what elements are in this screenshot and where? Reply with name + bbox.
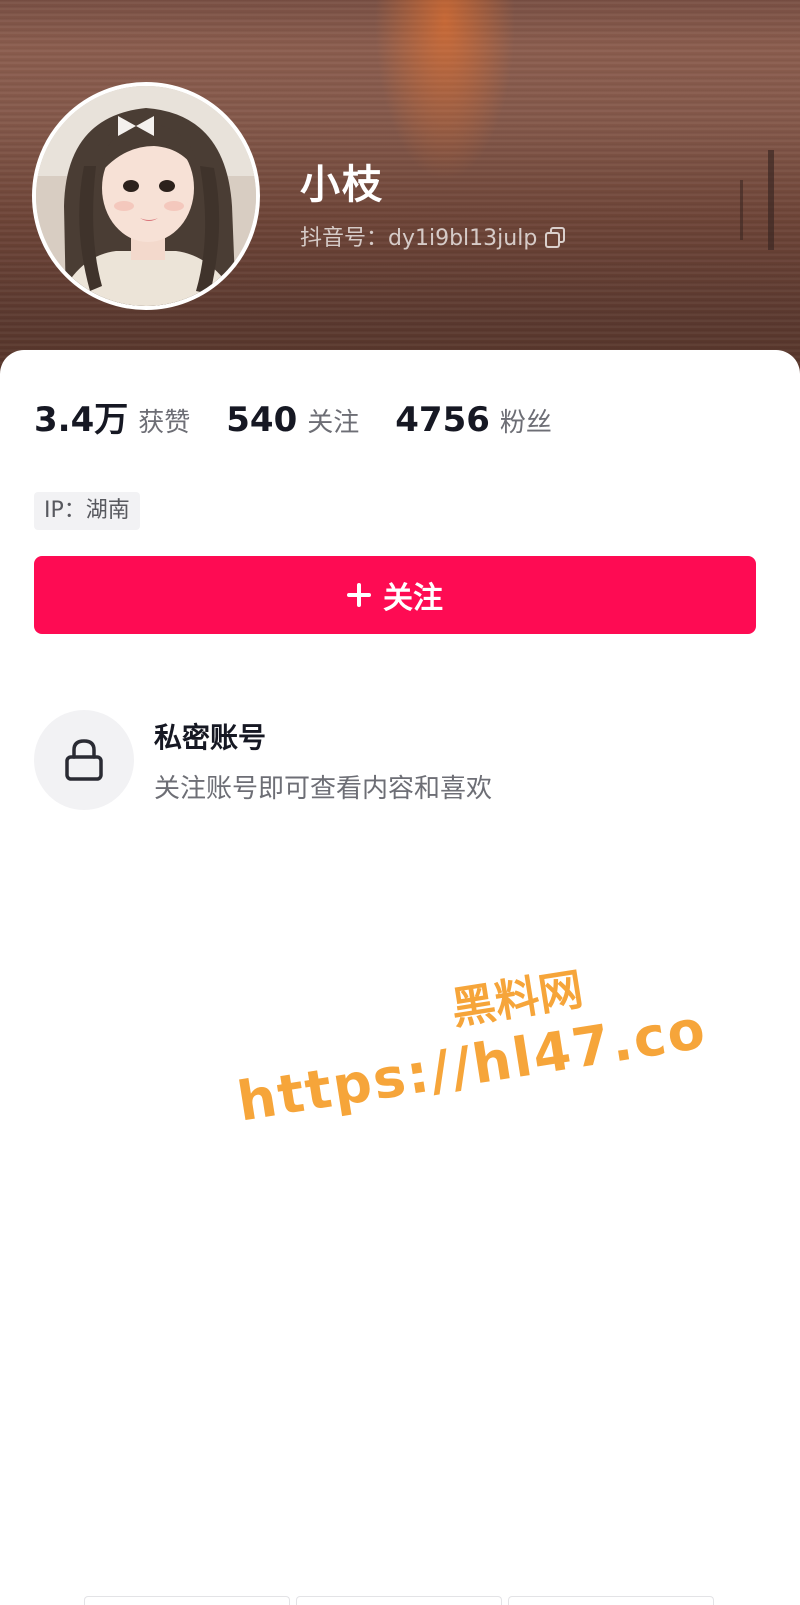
follow-button[interactable]: 关注 — [34, 556, 756, 634]
profile-stats: 3.4万 获赞 540 关注 4756 粉丝 — [34, 392, 588, 441]
plus-icon — [347, 583, 371, 607]
profile-page: 小枝 抖音号：dy1i9bl13julp 3.4万 获赞 540 关注 4756… — [0, 0, 800, 1605]
stat-following-value: 540 — [226, 400, 298, 440]
cover-pier-post-small — [740, 180, 743, 240]
avatar[interactable] — [32, 82, 260, 310]
profile-nickname: 小枝 — [300, 162, 384, 208]
follow-button-label: 关注 — [383, 581, 443, 616]
avatar-photo — [36, 86, 256, 306]
private-account-description: 关注账号即可查看内容和喜欢 — [154, 773, 493, 804]
private-account-text: 私密账号 关注账号即可查看内容和喜欢 — [154, 716, 492, 805]
private-account-notice: 私密账号 关注账号即可查看内容和喜欢 — [34, 710, 492, 810]
private-account-title: 私密账号 — [154, 720, 267, 754]
stat-followers-value: 4756 — [395, 400, 490, 440]
bottom-tab[interactable] — [296, 1596, 502, 1605]
stat-followers[interactable]: 4756 粉丝 — [395, 400, 552, 440]
stat-following[interactable]: 540 关注 — [226, 400, 359, 440]
stat-followers-label: 粉丝 — [499, 408, 552, 438]
copy-icon[interactable] — [545, 227, 566, 248]
cover-pier-post — [768, 150, 774, 250]
stat-likes-label: 获赞 — [138, 408, 191, 438]
douyin-id-row[interactable]: 抖音号：dy1i9bl13julp — [300, 220, 566, 252]
stat-following-label: 关注 — [307, 408, 360, 438]
ip-location-tag: IP：湖南 — [34, 492, 140, 530]
stat-likes-value: 3.4万 — [34, 400, 129, 440]
douyin-id-text: 抖音号：dy1i9bl13julp — [300, 226, 538, 251]
stat-likes[interactable]: 3.4万 获赞 — [34, 392, 190, 441]
bottom-tab[interactable] — [84, 1596, 290, 1605]
lock-icon-container — [34, 710, 134, 810]
lock-icon — [65, 739, 103, 781]
bottom-tab-strip — [84, 1596, 714, 1605]
bottom-tab[interactable] — [508, 1596, 714, 1605]
